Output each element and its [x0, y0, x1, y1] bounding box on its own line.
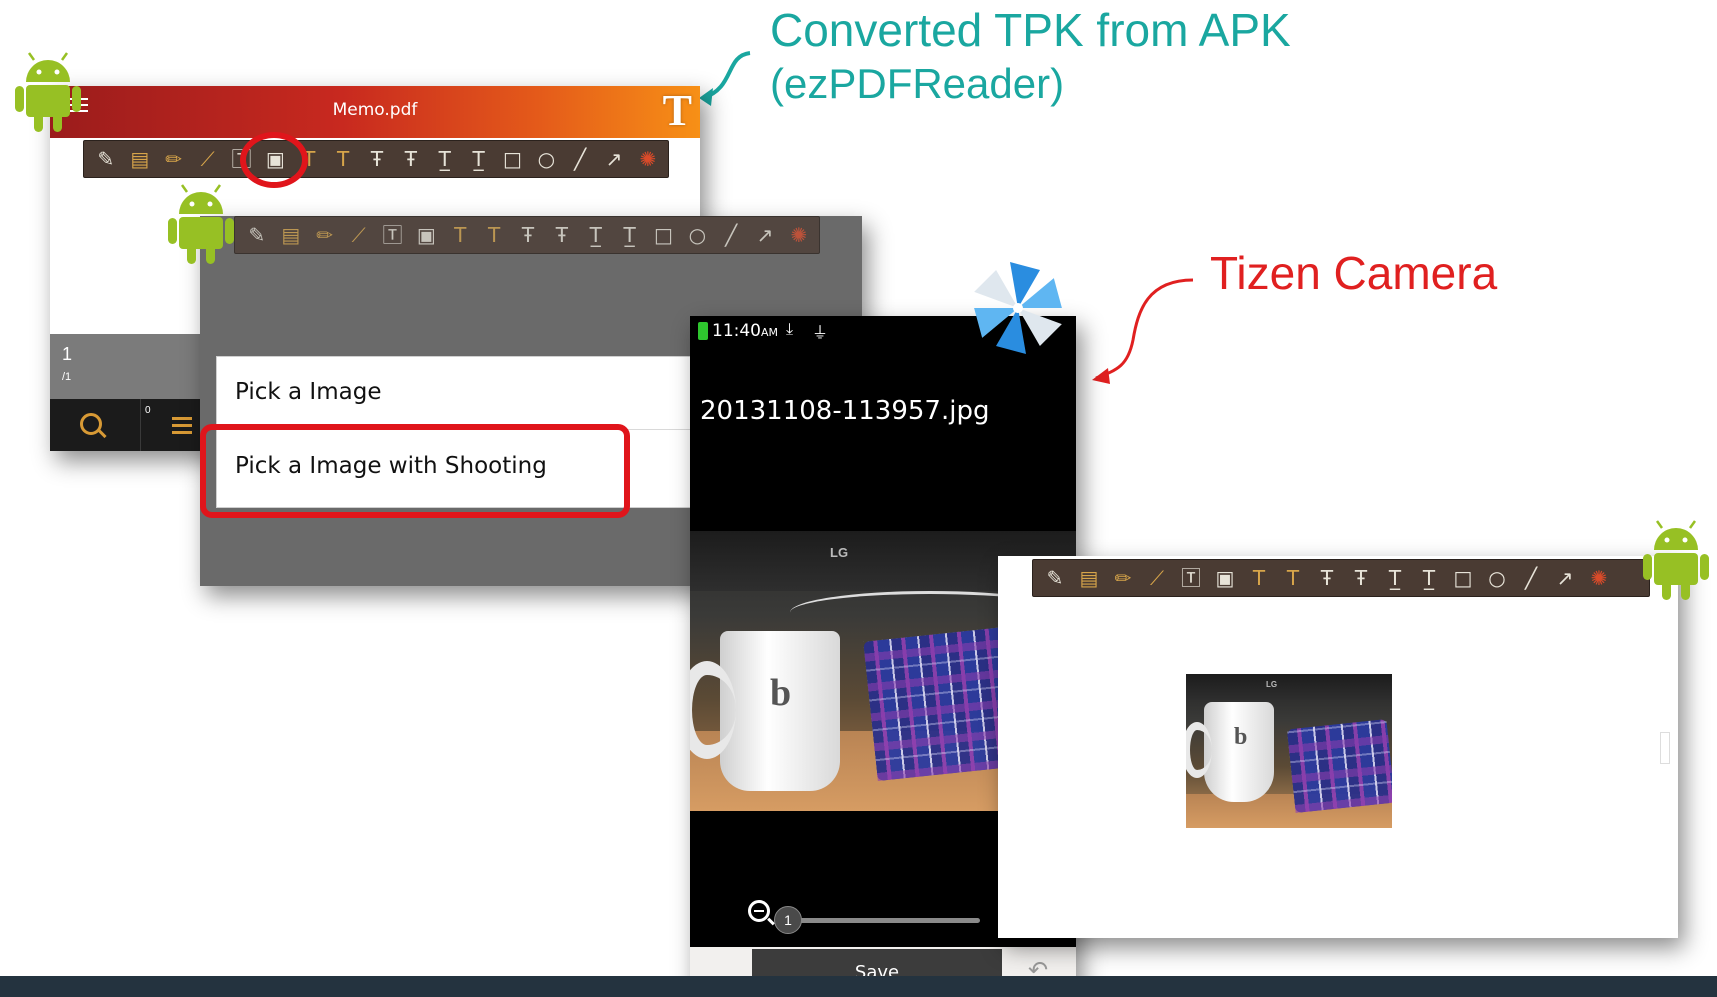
- status-time-value: 11:40: [712, 321, 761, 341]
- underline-icon[interactable]: T̲: [1381, 564, 1409, 592]
- arrow-icon[interactable]: ↗: [1551, 564, 1579, 592]
- usb-icon: ⏚: [812, 323, 829, 342]
- search-icon[interactable]: [80, 413, 102, 435]
- annotation-toolbar-dimmed: ✎ ▤ ✏ ⟋ 🅃 ▣ T T Ŧ Ŧ T̲ T̲ □ ○ ╱ ↗ ✺: [234, 216, 820, 254]
- underline-icon[interactable]: T̲: [431, 145, 459, 173]
- ezpdf-titlebar: Memo.pdf T: [50, 86, 700, 138]
- thumb-mug: b: [1186, 702, 1274, 802]
- thumb-brand-text: LG: [1266, 680, 1278, 689]
- bottom-navbar: 0: [50, 399, 200, 451]
- image-icon[interactable]: ▣: [1211, 564, 1239, 592]
- shooting-option-highlight: [200, 424, 630, 518]
- scroll-handle[interactable]: [1660, 732, 1670, 764]
- pencil-icon[interactable]: ✏: [160, 145, 188, 173]
- brush-icon: ⟋: [351, 223, 366, 247]
- ellipse-icon[interactable]: ○: [1483, 564, 1511, 592]
- rectangle-icon: □: [653, 223, 673, 247]
- android-icon: [1643, 520, 1709, 600]
- photo-mug: b: [690, 631, 840, 791]
- page-number: 1: [62, 344, 73, 364]
- underline-comment-icon: T̲: [623, 223, 636, 247]
- android-icon: [168, 184, 234, 264]
- callout-tizen-camera: Tizen Camera: [1210, 247, 1498, 299]
- result-window: ✎ ▤ ✏ ⟋ 🅃 ▣ T T Ŧ Ŧ T̲ T̲ □ ○ ╱ ↗ ✺ LG b: [998, 556, 1678, 938]
- page-indicator: 1 /1: [50, 334, 200, 399]
- eraser-icon[interactable]: ✺: [634, 145, 662, 173]
- memo-icon[interactable]: ▤: [1075, 564, 1103, 592]
- textbox-icon[interactable]: 🅃: [1177, 564, 1205, 592]
- strikeout-comment-icon[interactable]: Ŧ: [397, 145, 425, 173]
- photo-mug-handle: [690, 661, 736, 759]
- zoom-slider-knob[interactable]: 1: [774, 906, 802, 934]
- callout-tpk-line1: Converted TPK from APK: [770, 4, 1291, 56]
- list-icon[interactable]: [172, 417, 192, 420]
- document-title: Memo.pdf: [332, 100, 418, 120]
- note-icon[interactable]: ✎: [92, 145, 120, 173]
- highlight-icon: T: [454, 223, 467, 247]
- status-time-ampm: AM: [761, 326, 779, 339]
- underline-comment-icon[interactable]: T̲: [465, 145, 493, 173]
- rectangle-icon[interactable]: □: [1449, 564, 1477, 592]
- arrow-icon: ↗: [756, 223, 774, 247]
- ezpdf-logo: T: [662, 86, 692, 135]
- download-icon: ⤓: [786, 319, 794, 338]
- pencil-icon[interactable]: ✏: [1109, 564, 1137, 592]
- line-icon[interactable]: ╱: [566, 145, 594, 173]
- memo-icon[interactable]: ▤: [126, 145, 154, 173]
- strikeout-comment-icon[interactable]: Ŧ: [1347, 564, 1375, 592]
- brush-icon[interactable]: ⟋: [1143, 564, 1171, 592]
- photo-brand-text: LG: [830, 545, 849, 560]
- page-total: /1: [62, 371, 72, 383]
- note-icon[interactable]: ✎: [1041, 564, 1069, 592]
- arrow-icon[interactable]: ↗: [600, 145, 628, 173]
- ellipse-icon: ○: [688, 223, 707, 247]
- eraser-icon: ✺: [790, 223, 808, 247]
- note-icon: ✎: [248, 223, 266, 247]
- badge-count: 0: [145, 405, 151, 416]
- strikeout-icon: Ŧ: [521, 223, 535, 247]
- memo-icon: ▤: [281, 223, 301, 247]
- inserted-photo-thumbnail[interactable]: LG b: [1186, 674, 1392, 828]
- rectangle-icon[interactable]: □: [499, 145, 527, 173]
- strikeout-icon[interactable]: Ŧ: [1313, 564, 1341, 592]
- eraser-icon[interactable]: ✺: [1585, 564, 1613, 592]
- textbox-icon: 🅃: [382, 223, 403, 247]
- callout-tpk-line2: (ezPDFReader): [770, 60, 1065, 107]
- status-time: 11:40AM: [712, 321, 778, 341]
- underline-comment-icon[interactable]: T̲: [1415, 564, 1443, 592]
- android-icon: [15, 52, 81, 132]
- callout-tpk-arrow: [699, 51, 751, 106]
- photo-filename: 20131108-113957.jpg: [700, 396, 990, 426]
- battery-icon: [698, 322, 708, 340]
- footer-band: [0, 976, 1717, 997]
- thumb-mug-handle: [1186, 722, 1212, 778]
- highlight-comment-icon[interactable]: T: [329, 145, 357, 173]
- image-icon: ▣: [416, 223, 436, 247]
- pencil-icon: ✏: [316, 223, 334, 247]
- thumb-cloth: [1286, 719, 1392, 813]
- photo-mug-logo: b: [770, 672, 792, 714]
- highlight-comment-icon[interactable]: T: [1279, 564, 1307, 592]
- callout-tizen-arrow: [1092, 278, 1194, 384]
- divider: [140, 399, 141, 451]
- line-icon[interactable]: ╱: [1517, 564, 1545, 592]
- highlight-comment-icon: T: [487, 223, 501, 247]
- zoom-slider-track[interactable]: [790, 918, 980, 923]
- underline-icon: T̲: [589, 223, 602, 247]
- annotation-toolbar: ✎ ▤ ✏ ⟋ 🅃 ▣ T T Ŧ Ŧ T̲ T̲ □ ○ ╱ ↗ ✺: [83, 140, 669, 178]
- highlight-icon[interactable]: T: [1245, 564, 1273, 592]
- zoom-out-icon[interactable]: [748, 900, 770, 922]
- thumb-mug-logo: b: [1234, 724, 1248, 750]
- ellipse-icon[interactable]: ○: [532, 145, 560, 173]
- pick-image-option[interactable]: Pick a Image: [235, 379, 381, 405]
- strikeout-icon[interactable]: Ŧ: [363, 145, 391, 173]
- callout-converted-tpk: Converted TPK from APK (ezPDFReader): [770, 2, 1291, 110]
- line-icon: ╱: [725, 223, 738, 247]
- strikeout-comment-icon: Ŧ: [555, 223, 568, 247]
- thumb-monitor: LG: [1186, 674, 1392, 700]
- brush-icon[interactable]: ⟋: [194, 145, 222, 173]
- tizen-logo-icon: [974, 262, 1062, 354]
- annotation-toolbar-result: ✎ ▤ ✏ ⟋ 🅃 ▣ T T Ŧ Ŧ T̲ T̲ □ ○ ╱ ↗ ✺: [1032, 559, 1650, 597]
- image-tool-highlight-circle: [240, 132, 308, 188]
